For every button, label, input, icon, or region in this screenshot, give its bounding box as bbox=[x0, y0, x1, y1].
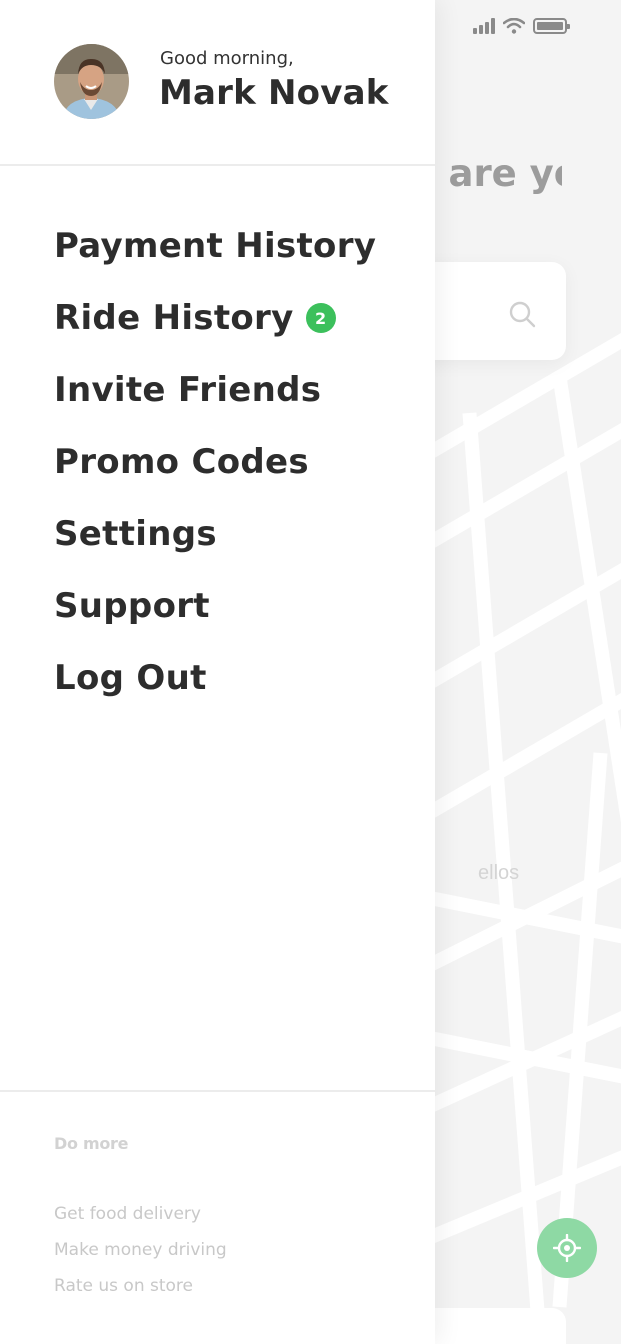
menu-item-label: Log Out bbox=[54, 658, 207, 698]
menu-item-ride-history[interactable]: Ride History 2 bbox=[54, 282, 376, 354]
user-photo bbox=[54, 44, 129, 119]
footer-link-drive[interactable]: Make money driving bbox=[54, 1240, 227, 1276]
footer-links: Get food delivery Make money driving Rat… bbox=[54, 1204, 227, 1312]
menu-item-label: Promo Codes bbox=[54, 442, 309, 482]
wifi-icon bbox=[503, 18, 525, 34]
menu-item-label: Settings bbox=[54, 514, 217, 554]
side-drawer: Good morning, Mark Novak Payment History… bbox=[0, 0, 435, 1344]
menu-item-promo-codes[interactable]: Promo Codes bbox=[54, 426, 376, 498]
crosshair-icon bbox=[553, 1234, 581, 1262]
greeting-text: Good morning, bbox=[160, 48, 294, 69]
menu-item-label: Payment History bbox=[54, 226, 377, 266]
menu-item-settings[interactable]: Settings bbox=[54, 498, 376, 570]
drawer-footer: Do more Get food delivery Make money dri… bbox=[0, 1090, 435, 1344]
locate-me-button[interactable] bbox=[537, 1218, 597, 1278]
status-bar bbox=[473, 18, 570, 34]
menu-item-payment-history[interactable]: Payment History bbox=[54, 210, 376, 282]
signal-icon bbox=[473, 18, 495, 34]
menu-item-label: Invite Friends bbox=[54, 370, 322, 410]
profile-header[interactable]: Good morning, Mark Novak bbox=[0, 0, 435, 166]
menu-item-invite-friends[interactable]: Invite Friends bbox=[54, 354, 376, 426]
notification-badge: 2 bbox=[305, 303, 336, 333]
avatar[interactable] bbox=[54, 44, 129, 119]
search-icon[interactable] bbox=[508, 300, 536, 328]
map-street-label: ellos bbox=[478, 862, 520, 884]
battery-icon bbox=[533, 18, 570, 34]
menu-item-label: Support bbox=[54, 586, 210, 626]
drawer-menu: Payment History Ride History 2 Invite Fr… bbox=[54, 210, 376, 714]
menu-item-label: Ride History bbox=[54, 298, 294, 338]
footer-link-rate-us[interactable]: Rate us on store bbox=[54, 1276, 227, 1312]
user-name: Mark Novak bbox=[159, 73, 389, 113]
footer-link-food-delivery[interactable]: Get food delivery bbox=[54, 1204, 227, 1240]
menu-item-support[interactable]: Support bbox=[54, 570, 376, 642]
footer-heading: Do more bbox=[54, 1134, 129, 1153]
menu-item-log-out[interactable]: Log Out bbox=[54, 642, 376, 714]
